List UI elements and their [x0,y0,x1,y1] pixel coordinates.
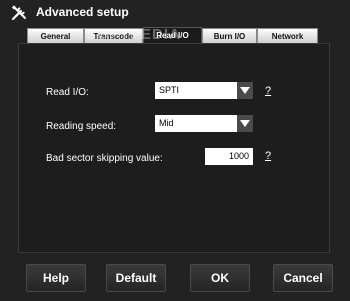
ok-button[interactable]: OK [190,264,250,292]
tools-icon [11,5,26,21]
tab-transcode[interactable]: Transcode [84,28,143,43]
title-bar: Advanced setup [0,0,350,25]
tab-network[interactable]: Network [257,28,318,43]
read-io-panel [18,43,330,253]
cancel-button[interactable]: Cancel [273,264,333,292]
read-io-value: SPTI [159,85,180,95]
reading-speed-select[interactable]: Mid [155,115,253,132]
read-io-label: Read I/O: [46,87,89,98]
read-io-help-link[interactable]: ? [265,85,271,97]
bad-sector-help-link[interactable]: ? [265,150,271,162]
tab-burn-io[interactable]: Burn I/O [202,28,257,43]
bad-sector-label: Bad sector skipping value: [46,153,163,164]
tab-general[interactable]: General [27,28,84,43]
reading-speed-label: Reading speed: [46,121,117,132]
window-title: Advanced setup [36,5,129,19]
triangle-down-icon[interactable] [237,115,253,132]
default-button[interactable]: Default [106,264,166,292]
tab-read-io[interactable]: Read I/O [143,27,202,43]
bad-sector-input[interactable]: 1000 [205,148,253,165]
reading-speed-value: Mid [159,118,174,128]
help-button[interactable]: Help [26,264,86,292]
read-io-select[interactable]: SPTI [155,82,253,99]
triangle-down-icon[interactable] [237,82,253,99]
tab-bar: General Transcode Read I/O Burn I/O Netw… [27,27,318,43]
